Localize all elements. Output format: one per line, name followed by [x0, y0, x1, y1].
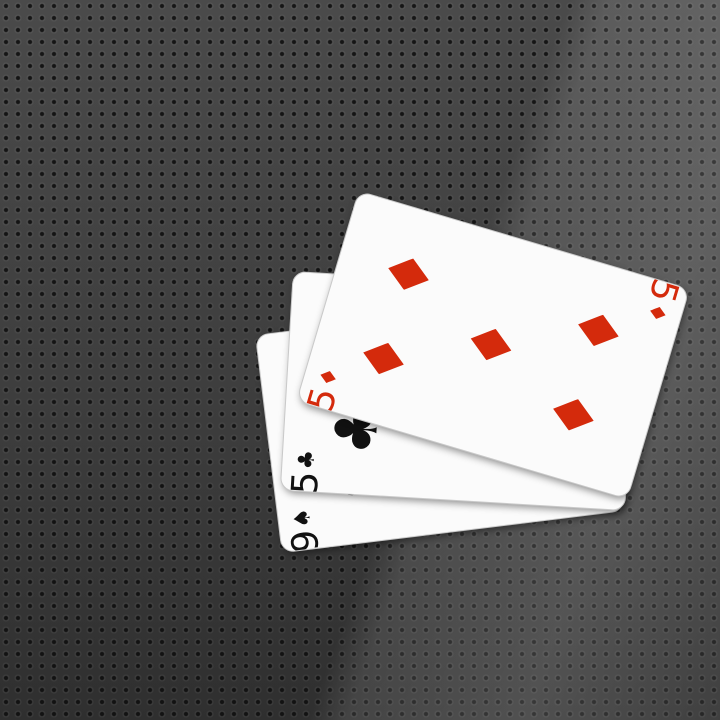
- spades-index-icon: ♠: [289, 506, 317, 530]
- diamonds-pip-icon: ♦: [559, 296, 640, 366]
- diamonds-pip-icon: ♦: [452, 310, 533, 380]
- clubs-index-icon: ♣: [294, 449, 321, 471]
- diamonds-pip-icon: ♦: [344, 324, 425, 394]
- diamonds-pip-icon: ♦: [534, 380, 615, 450]
- card-index-bottom: 9 ♠: [282, 498, 329, 553]
- diamonds-pip-icon: ♦: [369, 239, 450, 309]
- diamonds-index-icon: ♦: [641, 299, 672, 326]
